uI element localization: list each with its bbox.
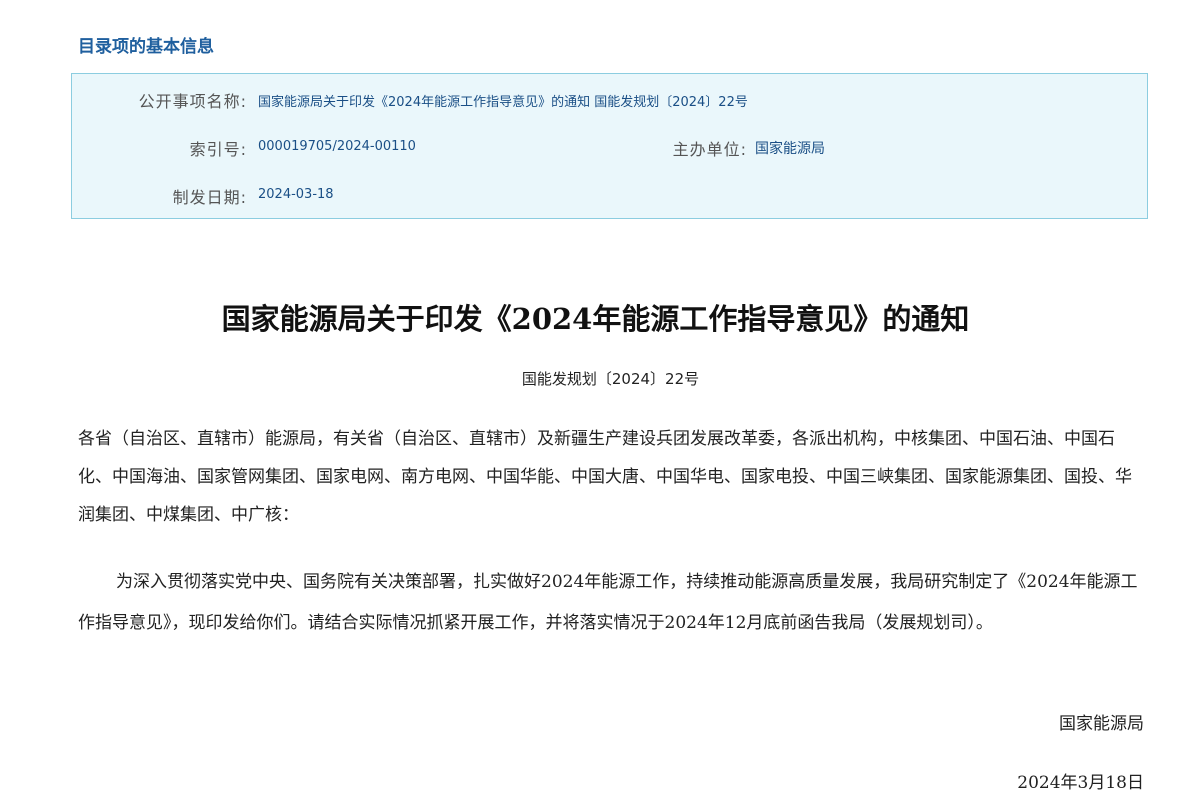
host-unit-label: 主办单位: <box>672 140 747 159</box>
public-item-name-label: 公开事项名称: <box>138 92 247 111</box>
host-unit-value: 国家能源局 <box>755 141 825 157</box>
date-label: 制发日期: <box>172 188 247 207</box>
catalog-heading: 目录项的基本信息 <box>78 37 214 57</box>
document-title: 国家能源局关于印发《2024年能源工作指导意见》的通知 <box>221 302 970 336</box>
date-value: 2024-03-18 <box>258 187 334 202</box>
public-item-name-value[interactable]: 国家能源局关于印发《2024年能源工作指导意见》的通知 国能发规划〔2024〕2… <box>258 91 748 110</box>
document-number: 国能发规划〔2024〕22号 <box>521 370 700 388</box>
document-date: 2024年3月18日 <box>1017 773 1144 793</box>
document-addressee: 各省（自治区、直辖市）能源局，有关省（自治区、直辖市）及新疆生产建设兵团发展改革… <box>78 429 1132 525</box>
index-value: 000019705/2024-00110 <box>258 139 416 154</box>
index-label: 索引号: <box>189 140 247 159</box>
document-body: 为深入贯彻落实党中央、国务院有关决策部署，扎实做好2024年能源工作，持续推动能… <box>78 572 1138 633</box>
document-signature: 国家能源局 <box>1059 714 1144 734</box>
catalog-info-box: 公开事项名称: 国家能源局关于印发《2024年能源工作指导意见》的通知 国能发规… <box>71 73 1148 219</box>
